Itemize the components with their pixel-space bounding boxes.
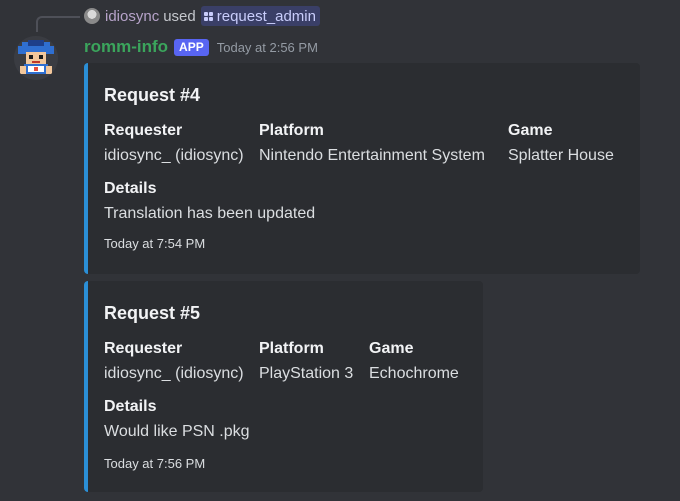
field-name-requester: Requester xyxy=(104,122,183,139)
reply-username[interactable]: idiosync xyxy=(105,8,159,25)
field-value-requester: idiosync_ (idiosync) xyxy=(104,365,244,382)
app-badge: APP xyxy=(174,38,209,56)
reply-reference[interactable]: idiosync used request_admin xyxy=(84,6,320,26)
slash-command-mention[interactable]: request_admin xyxy=(200,6,320,26)
bot-avatar[interactable] xyxy=(14,36,58,80)
embed-footer-timestamp: Today at 7:56 PM xyxy=(104,456,206,471)
field-value-details: Would like PSN .pkg xyxy=(104,423,250,440)
field-value-platform: PlayStation 3 xyxy=(259,365,354,382)
field-name-platform: Platform xyxy=(259,340,324,357)
field-value-requester: idiosync_ (idiosync) xyxy=(104,147,244,164)
message-timestamp[interactable]: Today at 2:56 PM xyxy=(217,40,318,55)
field-name-game: Game xyxy=(369,340,414,357)
embed-title: Request #4 xyxy=(104,85,201,105)
field-name-platform: Platform xyxy=(259,122,324,139)
field-name-requester: Requester xyxy=(104,340,183,357)
embed-request-4: Request #4 Requester idiosync_ (idiosync… xyxy=(84,63,640,274)
field-value-details: Translation has been updated xyxy=(104,205,316,222)
field-value-game: Splatter House xyxy=(508,147,614,164)
command-name: request_admin xyxy=(216,7,316,25)
embed-footer-timestamp: Today at 7:54 PM xyxy=(104,236,206,251)
field-name-game: Game xyxy=(508,122,553,139)
field-name-details: Details xyxy=(104,398,157,415)
field-name-details: Details xyxy=(104,180,157,197)
field-value-game: Echochrome xyxy=(369,365,459,382)
reply-user-avatar[interactable] xyxy=(84,8,100,24)
field-value-platform: Nintendo Entertainment System xyxy=(259,147,485,164)
author-name[interactable]: romm-info xyxy=(84,37,168,57)
embed-title: Request #5 xyxy=(104,303,201,323)
command-icon xyxy=(203,11,213,21)
reply-used-label: used xyxy=(163,7,196,25)
embed-request-5: Request #5 Requester idiosync_ (idiosync… xyxy=(84,281,483,492)
reply-connector xyxy=(36,16,80,32)
pixel-character-avatar-icon xyxy=(14,36,58,80)
message-header: romm-info APP Today at 2:56 PM xyxy=(84,36,318,58)
